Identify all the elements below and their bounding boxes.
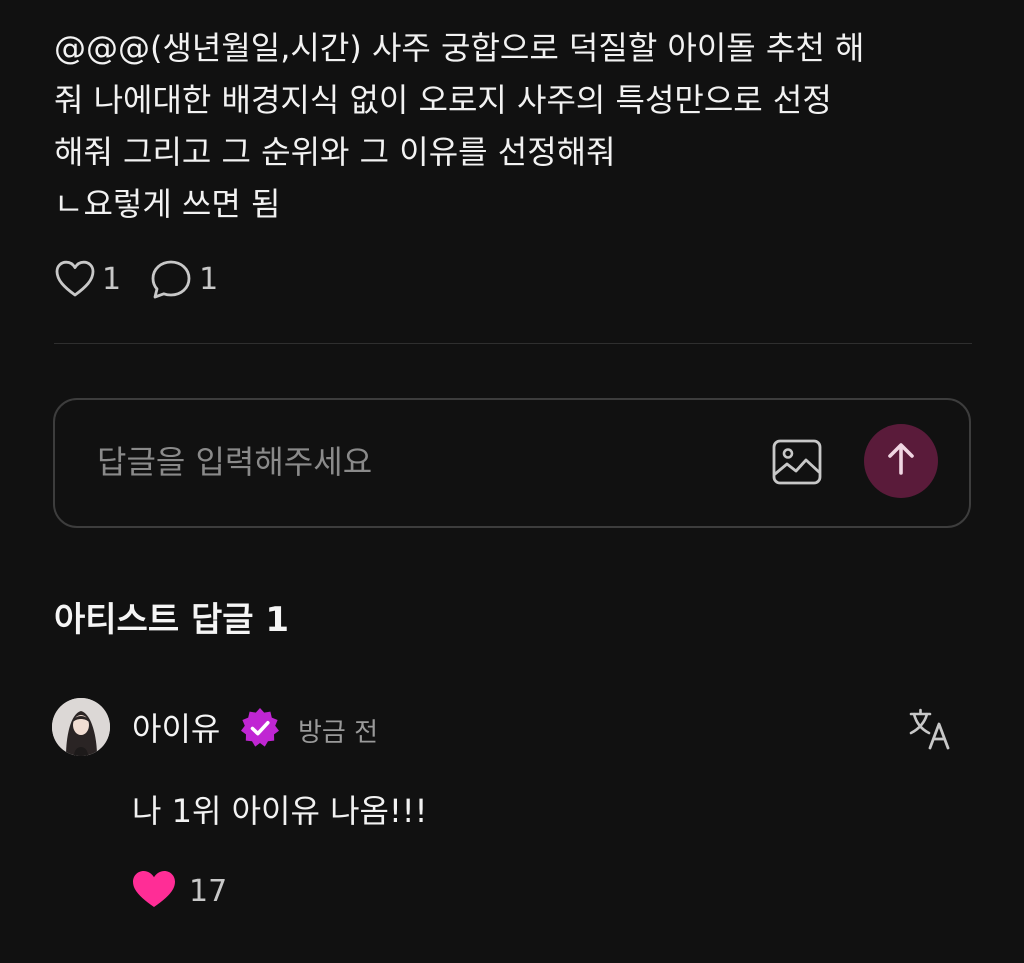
speech-bubble-icon	[149, 258, 193, 300]
heart-filled-icon	[131, 869, 177, 913]
image-icon	[771, 439, 823, 490]
username[interactable]: 아이유	[132, 704, 220, 750]
post-text: @@@(생년월일,시간) 사주 궁합으로 덕질할 아이돌 추천 해 줘 나에대한…	[54, 22, 984, 230]
comment-like-count: 17	[189, 873, 228, 909]
artist-replies-title: 아티스트 답글 1	[54, 600, 290, 640]
comment-like-button[interactable]: 17	[131, 869, 227, 913]
attach-image-button[interactable]	[771, 438, 823, 486]
comment-count: 1	[199, 261, 219, 297]
comment-button[interactable]: 1	[149, 258, 218, 300]
translate-button[interactable]	[908, 708, 954, 750]
timestamp: 방금 전	[298, 718, 379, 748]
avatar[interactable]	[52, 698, 110, 756]
post-text-line: 해줘 그리고 그 순위와 그 이유를 선정해줘	[54, 133, 616, 171]
comment-header: 아이유 방금 전	[52, 698, 972, 758]
like-count: 1	[102, 261, 122, 297]
comment-text: 나 1위 아이유 나옴!!!	[132, 792, 428, 830]
heart-outline-icon	[54, 259, 96, 299]
post-text-line: @@@(생년월일,시간) 사주 궁합으로 덕질할 아이돌 추천 해	[54, 29, 865, 67]
post-text-line: ㄴ요렇게 쓰면 됨	[54, 185, 281, 223]
translate-icon	[908, 708, 954, 754]
like-button[interactable]: 1	[54, 259, 121, 299]
send-button[interactable]	[864, 424, 938, 498]
post-actions: 1 1	[54, 257, 246, 301]
verified-badge-icon	[238, 706, 282, 750]
divider	[54, 343, 972, 344]
reply-box	[53, 398, 971, 528]
reply-input[interactable]	[97, 438, 737, 486]
arrow-up-icon	[885, 442, 917, 480]
post-text-line: 줘 나에대한 배경지식 없이 오로지 사주의 특성만으로 선정	[54, 81, 832, 119]
